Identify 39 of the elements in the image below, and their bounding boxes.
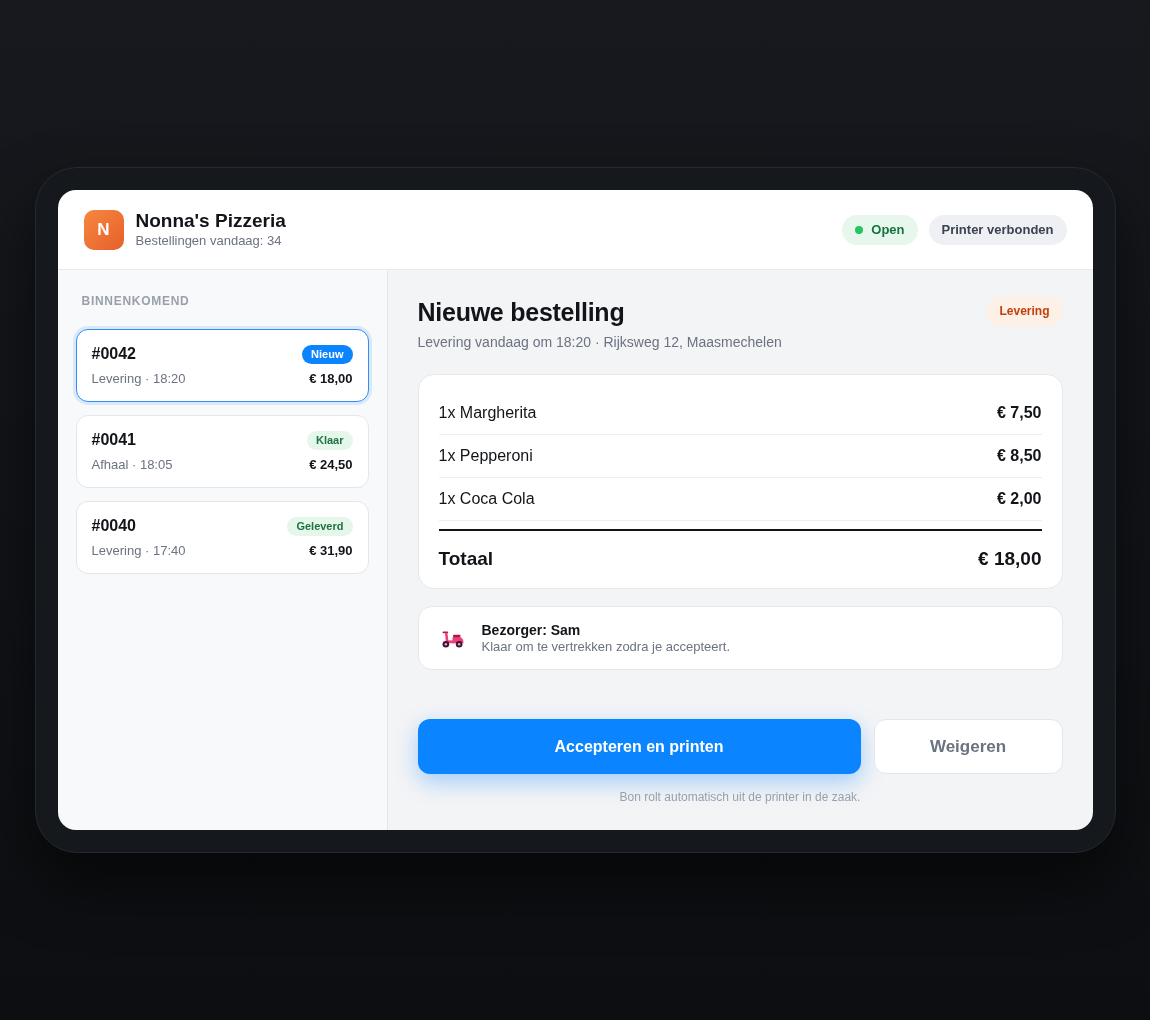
item-name: 1x Coca Cola xyxy=(438,489,535,509)
item-price: € 2,00 xyxy=(997,489,1042,509)
app-title: Nonna's Pizzeria xyxy=(135,210,286,232)
order-count-text: Bestellingen vandaag: 34 xyxy=(135,232,283,249)
order-info: Levering · 17:40 xyxy=(91,542,186,559)
status-dot-icon xyxy=(855,225,864,234)
order-info: Afhaal · 18:05 xyxy=(91,456,173,473)
order-number: #0041 xyxy=(91,430,136,450)
item-price: € 7,50 xyxy=(997,403,1042,423)
decline-button[interactable]: Weigeren xyxy=(873,719,1063,774)
order-card[interactable]: #0041 Klaar Afhaal · 18:05 € 24,50 xyxy=(75,415,369,488)
order-subtitle: Levering vandaag om 18:20 · Rijksweg 12, Maasmechelen xyxy=(417,333,782,352)
item-name: 1x Margherita xyxy=(438,403,537,423)
order-title: Nieuwe bestelling xyxy=(417,297,626,328)
courier-note: Klaar om te vertrekken zodra je accepteert. xyxy=(481,639,731,655)
order-price: € 24,50 xyxy=(309,456,353,473)
status-badge: Geleverd xyxy=(287,516,353,536)
order-info: Levering · 18:20 xyxy=(91,370,186,387)
total-label: Totaal xyxy=(438,547,494,571)
accept-print-button[interactable]: Accepteren en printen xyxy=(417,719,861,774)
courier-name: Bezorger: Sam xyxy=(481,621,582,639)
status-pill: Open xyxy=(842,214,918,245)
status-badge: Nieuw xyxy=(302,344,353,364)
order-price: € 18,00 xyxy=(309,370,353,387)
delivery-type-badge: Levering xyxy=(986,296,1063,327)
section-heading: BINNENKOMEND xyxy=(80,294,191,308)
printer-status-pill: Printer verbonden xyxy=(928,214,1067,245)
logo-icon: N xyxy=(83,209,124,250)
footnote-text: Bon rolt automatisch uit de printer in de zaak. xyxy=(618,789,862,805)
order-number: #0042 xyxy=(91,344,136,364)
order-price: € 31,90 xyxy=(309,542,353,559)
status-badge: Klaar xyxy=(306,430,353,450)
item-price: € 8,50 xyxy=(997,446,1042,466)
scooter-icon xyxy=(440,628,464,648)
total-amount: € 18,00 xyxy=(978,547,1042,571)
order-number: #0040 xyxy=(91,516,136,536)
order-card[interactable]: #0040 Geleverd Levering · 17:40 € 31,90 xyxy=(75,501,369,574)
order-card[interactable]: #0042 Nieuw Levering · 18:20 € 18,00 xyxy=(75,329,369,402)
item-name: 1x Pepperoni xyxy=(438,446,533,466)
